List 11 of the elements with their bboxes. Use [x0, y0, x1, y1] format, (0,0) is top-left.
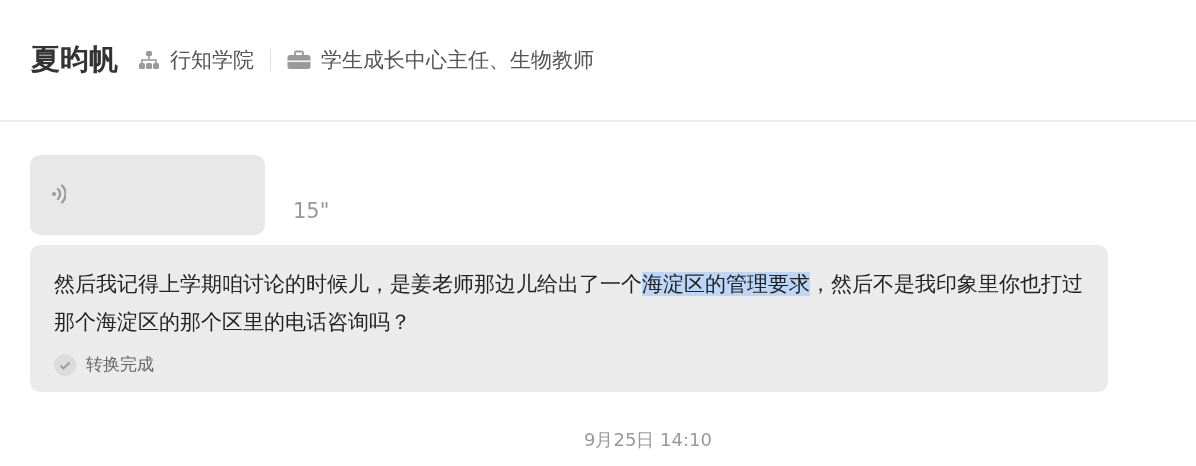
transcript-status: 转换完成 — [86, 353, 154, 376]
sound-wave-icon — [52, 182, 66, 206]
contact-name: 夏昀帆 — [31, 41, 118, 78]
organization-label: 行知学院 — [170, 47, 254, 74]
role-label: 学生成长中心主任、生物教师 — [321, 47, 594, 74]
voice-duration: 15" — [293, 199, 330, 223]
briefcase-icon — [287, 50, 311, 70]
org-chart-icon — [138, 49, 160, 71]
timestamp: 9月25日 14:10 — [584, 428, 712, 452]
voice-message[interactable] — [30, 155, 265, 235]
transcript-text: 然后我记得上学期咱讨论的时候儿，是姜老师那边儿给出了一个海淀区的管理要求，然后不是我印象里你也打过那个海淀区的那个区里的电话咨询吗？ — [54, 271, 1084, 336]
